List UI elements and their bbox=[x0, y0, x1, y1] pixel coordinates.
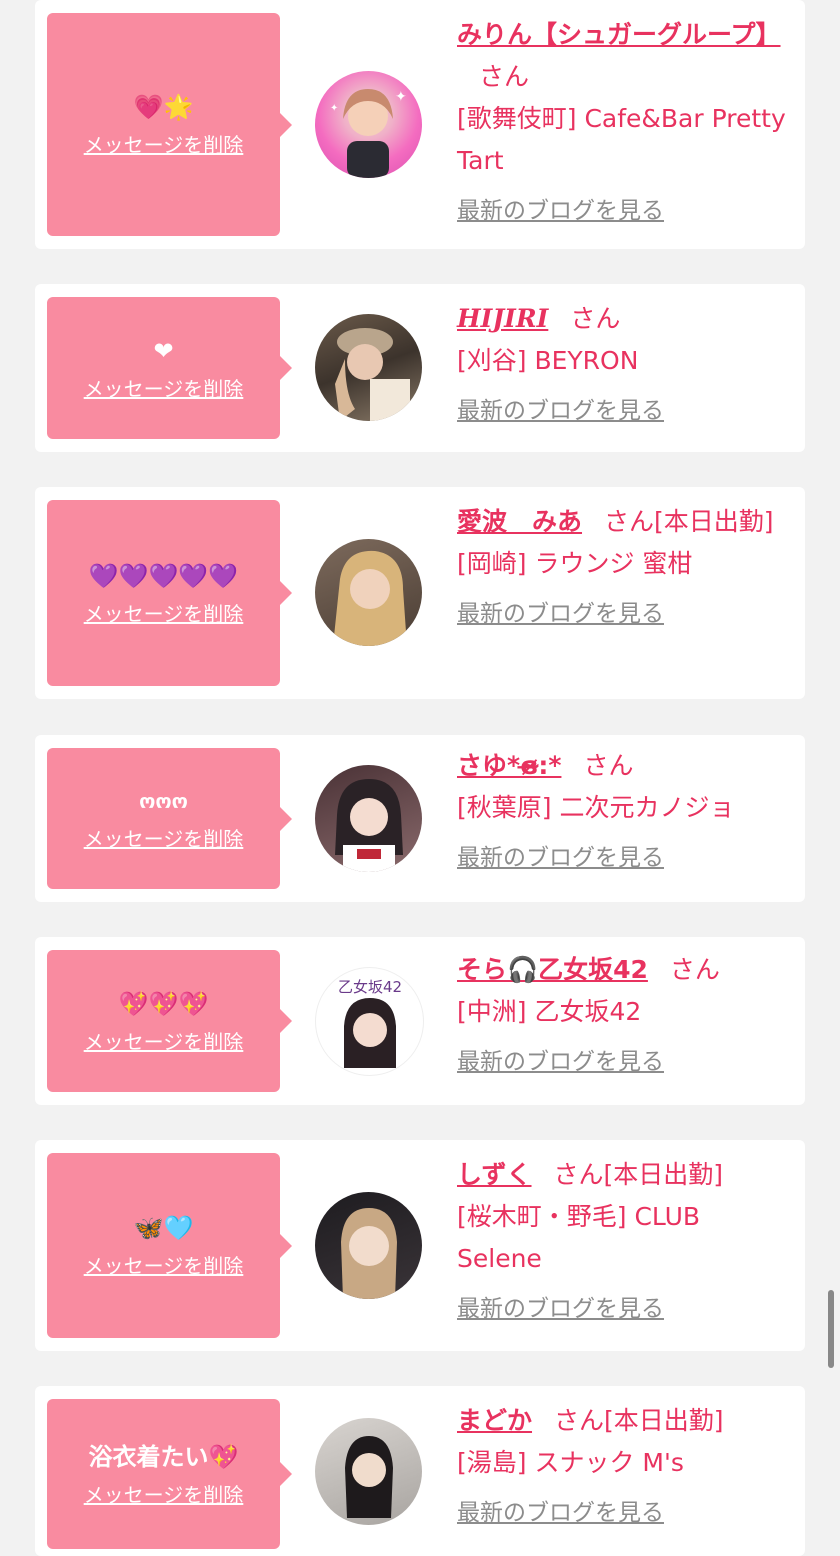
honorific: さん bbox=[604, 507, 655, 536]
user-name-link[interactable]: HIJIRI bbox=[457, 304, 548, 333]
message-card: 💗🌟 メッセージを削除 ✦ ✦ みりん【シュガーグループ】さん [歌舞伎町] C… bbox=[35, 0, 805, 249]
latest-blog-link[interactable]: 最新のブログを見る bbox=[457, 1294, 792, 1324]
avatar[interactable] bbox=[315, 1418, 422, 1525]
shop-name: [桜木町・野毛] CLUB Selene bbox=[457, 1202, 701, 1273]
message-bubble: ❤ メッセージを削除 bbox=[47, 297, 292, 439]
user-name-link[interactable]: みりん【シュガーグループ】 bbox=[457, 20, 781, 49]
honorific: さん bbox=[554, 1406, 605, 1435]
avatar[interactable]: 乙女坂42 bbox=[315, 967, 424, 1076]
status-text: [本日出勤] bbox=[604, 1406, 724, 1435]
info-block: しずく さん[本日出勤] [桜木町・野毛] CLUB Selene 最新のブログを… bbox=[457, 1154, 792, 1324]
message-bubble: 💗🌟 メッセージを削除 bbox=[47, 13, 292, 236]
delete-message-link[interactable]: メッセージを削除 bbox=[84, 1026, 244, 1055]
latest-blog-link[interactable]: 最新のブログを見る bbox=[457, 843, 792, 873]
message-bubble: 🦋🩵 メッセージを削除 bbox=[47, 1153, 292, 1338]
user-name-link[interactable]: 愛波 みあ bbox=[457, 507, 582, 536]
status-text: [本日出勤] bbox=[603, 1160, 724, 1189]
avatar[interactable] bbox=[315, 765, 422, 872]
shop-name: [岡崎] ラウンジ 蜜柑 bbox=[457, 549, 693, 578]
message-text: 💜💜💜💜💜 bbox=[88, 561, 239, 590]
message-text: ოოო bbox=[139, 789, 188, 813]
message-bubble: 浴衣着たい💖 メッセージを削除 bbox=[47, 1399, 292, 1549]
latest-blog-link[interactable]: 最新のブログを見る bbox=[457, 1047, 792, 1077]
message-text: ❤ bbox=[153, 336, 174, 365]
info-block: まどか さん[本日出勤] [湯島] スナック M's 最新のブログを見る bbox=[457, 1400, 792, 1528]
info-block: HIJIRI さん [刈谷] BEYRON 最新のブログを見る bbox=[457, 298, 792, 426]
latest-blog-link[interactable]: 最新のブログを見る bbox=[457, 196, 792, 226]
delete-message-link[interactable]: メッセージを削除 bbox=[84, 1479, 244, 1508]
delete-message-link[interactable]: メッセージを削除 bbox=[84, 129, 244, 158]
user-name-link[interactable]: さゆ*ɞ̴̶̷:* bbox=[457, 751, 561, 780]
info-block: さゆ*ɞ̴̶̷:* さん [秋葉原] 二次元カノジョ 最新のブログを見る bbox=[457, 745, 792, 873]
latest-blog-link[interactable]: 最新のブログを見る bbox=[457, 396, 792, 426]
shop-name: [秋葉原] 二次元カノジョ bbox=[457, 793, 735, 822]
delete-message-link[interactable]: メッセージを削除 bbox=[84, 1250, 244, 1279]
svg-text:✦: ✦ bbox=[395, 89, 407, 105]
message-card: 浴衣着たい💖 メッセージを削除 まどか さん[本日出勤] [湯島] スナック M'… bbox=[35, 1386, 805, 1556]
honorific: さん bbox=[669, 955, 720, 984]
info-block: そら🎧乙女坂42 さん [中洲] 乙女坂42 最新のブログを見る bbox=[457, 949, 792, 1077]
honorific: さん bbox=[553, 1160, 604, 1189]
message-card: 💖💖💖 メッセージを削除 乙女坂42 そら🎧乙女坂42 さん [中洲] 乙女坂42… bbox=[35, 937, 805, 1105]
avatar[interactable]: ✦ ✦ bbox=[315, 71, 422, 178]
message-bubble: 💖💖💖 メッセージを削除 bbox=[47, 950, 292, 1092]
info-block: 愛波 みあ さん[本日出勤] [岡崎] ラウンジ 蜜柑 最新のブログを見る bbox=[457, 501, 792, 629]
shop-name: [湯島] スナック M's bbox=[457, 1448, 684, 1477]
delete-message-link[interactable]: メッセージを削除 bbox=[84, 373, 244, 402]
latest-blog-link[interactable]: 最新のブログを見る bbox=[457, 1498, 792, 1528]
message-card: ❤ メッセージを削除 HIJIRI さん [刈谷] BEYRON 最新のブログを見… bbox=[35, 284, 805, 452]
user-name-link[interactable]: そら🎧乙女坂42 bbox=[457, 955, 648, 984]
message-card: 🦋🩵 メッセージを削除 しずく さん[本日出勤] [桜木町・野毛] CLUB Se… bbox=[35, 1140, 805, 1351]
message-text: 💖💖💖 bbox=[118, 989, 209, 1018]
user-name-link[interactable]: しずく bbox=[457, 1160, 532, 1189]
delete-message-link[interactable]: メッセージを削除 bbox=[84, 598, 244, 627]
delete-message-link[interactable]: メッセージを削除 bbox=[84, 823, 244, 852]
shop-name: [中洲] 乙女坂42 bbox=[457, 997, 642, 1026]
svg-text:✦: ✦ bbox=[330, 103, 338, 114]
message-card: ოოო メッセージを削除 さゆ*ɞ̴̶̷:* さん [秋葉原] 二次元カノジョ 最… bbox=[35, 735, 805, 902]
message-text: 💗🌟 bbox=[133, 93, 194, 121]
message-bubble: 💜💜💜💜💜 メッセージを削除 bbox=[47, 500, 292, 686]
message-text: 浴衣着たい💖 bbox=[88, 1442, 239, 1471]
user-name-link[interactable]: まどか bbox=[457, 1406, 532, 1435]
latest-blog-link[interactable]: 最新のブログを見る bbox=[457, 599, 792, 629]
honorific: さん bbox=[570, 304, 621, 333]
honorific: さん bbox=[583, 751, 634, 780]
shop-name: [歌舞伎町] Cafe&Bar Pretty Tart bbox=[457, 104, 786, 175]
status-text: [本日出勤] bbox=[654, 507, 774, 536]
info-block: みりん【シュガーグループ】さん [歌舞伎町] Cafe&Bar Pretty T… bbox=[457, 14, 792, 226]
honorific: さん bbox=[479, 62, 530, 91]
avatar[interactable] bbox=[315, 539, 422, 646]
scrollbar[interactable] bbox=[828, 1290, 834, 1368]
avatar[interactable] bbox=[315, 314, 422, 421]
avatar[interactable] bbox=[315, 1192, 422, 1299]
shop-name: [刈谷] BEYRON bbox=[457, 346, 639, 375]
avatar-logo-text: 乙女坂42 bbox=[338, 978, 403, 996]
message-card: 💜💜💜💜💜 メッセージを削除 愛波 みあ さん[本日出勤] [岡崎] ラウンジ 蜜… bbox=[35, 487, 805, 699]
message-text: 🦋🩵 bbox=[133, 1214, 194, 1242]
message-bubble: ოოო メッセージを削除 bbox=[47, 748, 292, 889]
